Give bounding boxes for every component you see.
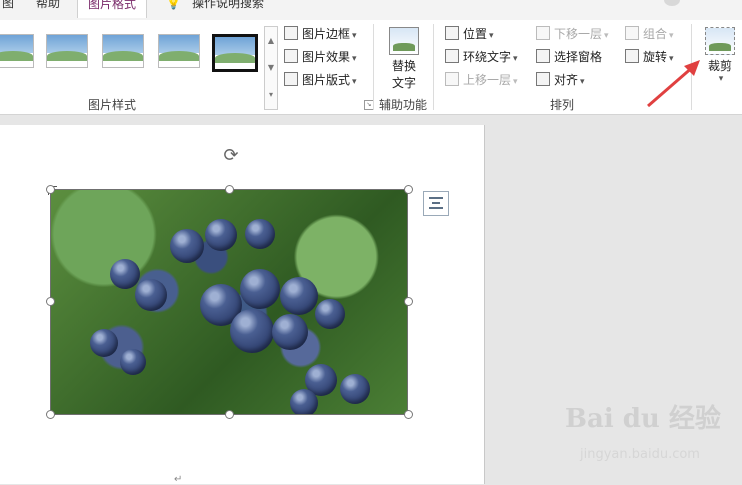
chevron-down-icon: ▾ [669,31,674,41]
gallery-more-icon[interactable]: ▾ [265,81,277,108]
paragraph-mark-icon: ↵ [174,474,183,485]
send-backward-button[interactable]: 下移一层 ▾ [536,26,609,42]
ribbon: ▲ ▼ ▾ 图片边框 ▾ 图片效果 ▾ 图片版式 ▾ 图片样式 ↘ 替换 文字 辅助功… [0,20,742,115]
resize-handle-left[interactable] [46,297,55,306]
rotate-handle-icon[interactable]: ⟳ [221,146,241,166]
alt-text-icon [389,27,419,55]
wrap-text-icon [445,49,459,63]
group-label-picture-styles: 图片样式 [88,98,137,112]
account-icon[interactable] [664,0,680,6]
chevron-down-icon: ▾ [489,31,494,41]
selection-pane-icon [536,49,550,63]
chevron-down-icon: ▾ [352,31,357,41]
layout-options-icon[interactable] [423,191,449,216]
tab-picture-format[interactable]: 图片格式 [77,0,148,18]
tab-partial[interactable]: 图 [2,0,14,16]
group-objects-button[interactable]: 组合 ▾ [625,26,674,42]
chevron-up-icon[interactable]: ▲ [265,27,277,54]
resize-handle-bottom-right[interactable] [404,410,413,419]
watermark-brand: Bai du 经验 [565,404,721,434]
picture-style-thumb-3[interactable] [102,34,144,68]
picture-border-button[interactable]: 图片边框 ▾ [284,26,357,42]
chevron-down-icon: ▾ [604,31,609,41]
picture-style-thumb-5-selected[interactable] [212,34,258,72]
crop-icon [705,27,735,55]
resize-handle-bottom[interactable] [225,410,234,419]
resize-handle-top-right[interactable] [404,185,413,194]
send-backward-icon [536,26,550,40]
picture-layout-icon [284,72,298,86]
selection-pane-button[interactable]: 选择窗格 [536,49,602,65]
alt-text-button[interactable]: 替换 文字 [386,27,422,91]
crop-button[interactable]: 裁剪 ▾ [700,27,740,84]
group-divider [433,24,434,110]
wrap-text-button[interactable]: 环绕文字 ▾ [445,49,518,65]
picture-effects-button[interactable]: 图片效果 ▾ [284,49,357,65]
picture-style-thumb-2[interactable] [46,34,88,68]
picture-layout-button[interactable]: 图片版式 ▾ [284,72,357,88]
image-selection-frame [50,189,408,415]
chevron-down-icon: ▾ [718,74,724,84]
pen-border-icon [284,26,298,40]
align-button[interactable]: 对齐 ▾ [536,72,585,88]
bring-forward-button[interactable]: 上移一层 ▾ [445,72,518,88]
picture-effects-icon [284,49,298,63]
group-divider [373,24,374,110]
chevron-down-icon: ▾ [352,77,357,87]
chevron-down-icon: ▾ [580,77,585,87]
styles-gallery-scroll[interactable]: ▲ ▼ ▾ [264,26,278,110]
chevron-down-icon: ▾ [513,77,518,87]
chevron-down-icon: ▾ [352,54,357,64]
align-icon [536,72,550,86]
chevron-down-icon[interactable]: ▼ [265,54,277,81]
resize-handle-top[interactable] [225,185,234,194]
ribbon-tab-bar: 图 帮助 图片格式 💡 操作说明搜索 [0,0,742,20]
group-label-accessibility: 辅助功能 [379,98,428,112]
tab-help[interactable]: 帮助 [36,0,60,16]
chevron-down-icon: ▾ [513,54,518,64]
tell-me-search[interactable]: 操作说明搜索 [192,0,264,16]
bring-forward-icon [445,72,459,86]
lightbulb-icon: 💡 [166,0,181,10]
resize-handle-bottom-left[interactable] [46,410,55,419]
group-objects-icon [625,26,639,40]
picture-style-thumb-1[interactable] [0,34,34,68]
position-icon [445,26,459,40]
resize-handle-top-left[interactable] [46,185,55,194]
rotate-icon [625,49,639,63]
position-button[interactable]: 位置 ▾ [445,26,494,42]
watermark-url: jingyan.baidu.com [580,447,700,462]
resize-handle-right[interactable] [404,297,413,306]
group-label-arrange: 排列 [550,98,575,112]
picture-style-thumb-4[interactable] [158,34,200,68]
red-annotation-arrow-icon [647,60,700,108]
